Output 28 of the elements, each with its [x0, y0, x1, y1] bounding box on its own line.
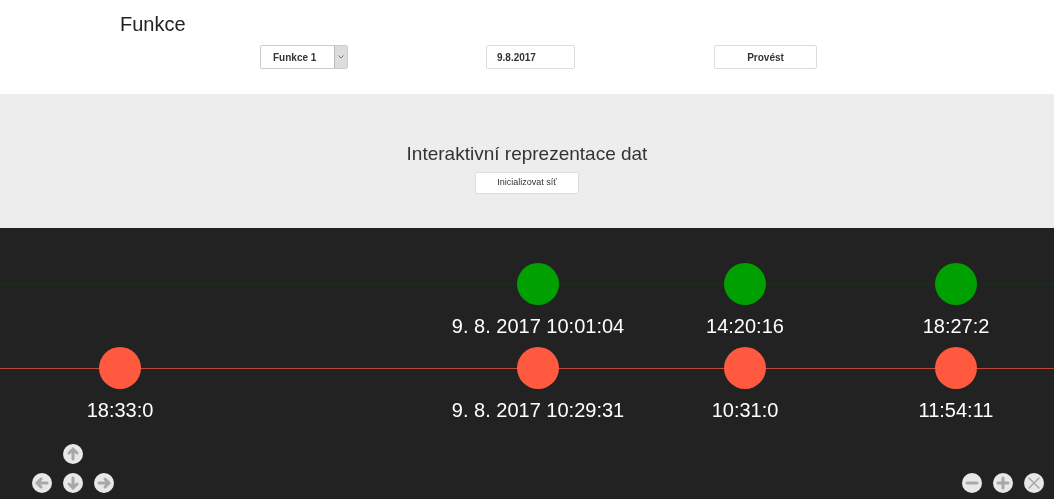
network-node[interactable]: [724, 263, 766, 305]
run-button[interactable]: Provést: [714, 45, 817, 69]
init-button[interactable]: Inicializovat síť: [475, 172, 579, 194]
date-field[interactable]: 9.8.2017: [486, 45, 575, 69]
node-label: 10:31:0: [711, 398, 779, 422]
node-label: 9. 8. 2017 10:01:04: [451, 314, 625, 338]
node-label: 14:20:16: [706, 314, 784, 338]
page-title: Funkce: [120, 12, 186, 37]
node-label: 18:33:0: [86, 398, 154, 422]
node-label: 9. 8. 2017 10:29:31: [451, 398, 625, 422]
network-node[interactable]: [935, 347, 977, 389]
node-label: 18:27:2: [922, 314, 990, 338]
arrow-down-icon[interactable]: [62, 472, 84, 494]
network-node[interactable]: [724, 347, 766, 389]
chevron-icon: [338, 55, 344, 59]
panel-title: Interaktivní reprezentace dat: [406, 142, 648, 166]
network-node[interactable]: [99, 347, 141, 389]
network-node[interactable]: [517, 263, 559, 305]
node-label: 11:54:11: [918, 398, 994, 422]
arrow-up-icon[interactable]: [62, 443, 84, 465]
network-node[interactable]: [517, 347, 559, 389]
network-node[interactable]: [935, 263, 977, 305]
arrow-left-icon[interactable]: [31, 472, 53, 494]
function-select[interactable]: Funkce 1: [260, 45, 348, 69]
zoom-out-icon[interactable]: [961, 472, 983, 494]
fit-icon[interactable]: [1023, 472, 1045, 494]
zoom-in-icon[interactable]: [992, 472, 1014, 494]
arrow-right-icon[interactable]: [93, 472, 115, 494]
